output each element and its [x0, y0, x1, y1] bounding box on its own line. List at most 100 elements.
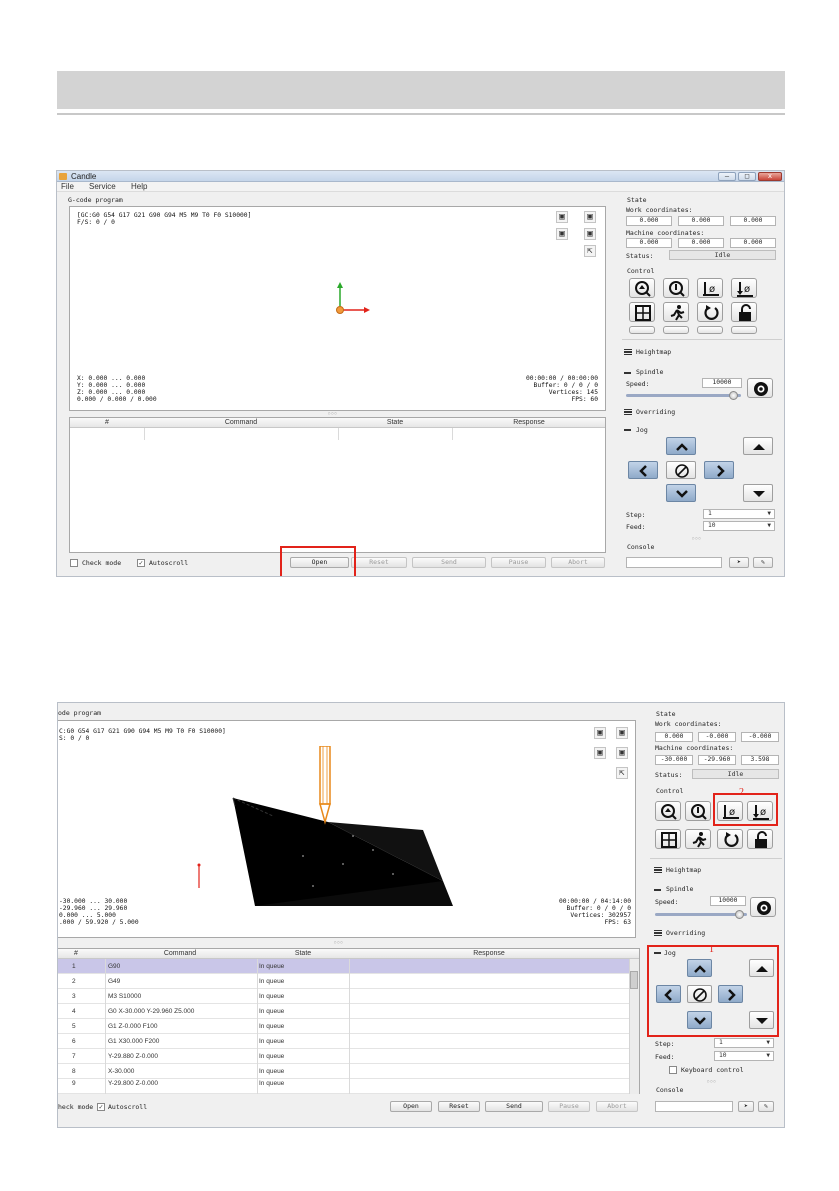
- table-row[interactable]: 5 G1 Z-0.000 F100 In queue: [58, 1019, 629, 1034]
- fit-view-icon[interactable]: ⇱: [584, 245, 596, 257]
- maximize-button[interactable]: □: [738, 172, 756, 181]
- unlock-button[interactable]: [747, 829, 773, 849]
- col-number[interactable]: #: [70, 419, 144, 426]
- jog-z-minus-button[interactable]: [743, 484, 773, 502]
- console-clear-button[interactable]: ✎: [753, 557, 773, 568]
- jog-x-plus-button[interactable]: [704, 461, 734, 479]
- spindle-group-label[interactable]: Spindle: [666, 885, 693, 893]
- spindle-collapse-icon[interactable]: [654, 889, 661, 891]
- table-row[interactable]: 3 M3 S10000 In queue: [58, 989, 629, 1004]
- overriding-group-label[interactable]: Overriding: [666, 929, 705, 937]
- splitter-handle[interactable]: ◦◦◦: [691, 535, 702, 543]
- col-state[interactable]: State: [338, 419, 452, 426]
- scrollbar-thumb[interactable]: [630, 971, 638, 989]
- table-row[interactable]: 7 Y-29.880 Z-0.000 In queue: [58, 1049, 629, 1064]
- spindle-toggle-button[interactable]: [750, 897, 776, 917]
- jog-collapse-icon[interactable]: [654, 952, 661, 954]
- unlock-button[interactable]: [731, 302, 757, 322]
- heightmap-group-label[interactable]: Heightmap: [666, 866, 701, 874]
- col-response[interactable]: Response: [349, 950, 629, 957]
- jog-x-minus-button[interactable]: [628, 461, 658, 479]
- jog-z-minus-button[interactable]: [749, 1011, 774, 1029]
- jog-collapse-icon[interactable]: [624, 429, 631, 431]
- reset-button[interactable]: Reset: [351, 557, 407, 568]
- col-command[interactable]: Command: [144, 419, 338, 426]
- control-row-partial[interactable]: [629, 326, 655, 334]
- view-left-button[interactable]: ▣: [616, 747, 628, 759]
- table-row[interactable]: 1 G90 In queue: [58, 959, 629, 974]
- control-row-partial[interactable]: [697, 326, 723, 334]
- splitter-handle[interactable]: ◦◦◦: [333, 939, 344, 947]
- view-iso-button[interactable]: ▣: [594, 727, 606, 739]
- step-dropdown[interactable]: 1 ▼: [714, 1038, 774, 1048]
- console-input[interactable]: [626, 557, 722, 568]
- view-left-button[interactable]: ▣: [584, 228, 596, 240]
- view-iso-button[interactable]: ▣: [556, 211, 568, 223]
- feed-dropdown[interactable]: 10 ▼: [714, 1051, 774, 1061]
- view-top-button[interactable]: ▣: [584, 211, 596, 223]
- send-button[interactable]: Send: [485, 1101, 543, 1112]
- soft-reset-button[interactable]: [697, 302, 723, 322]
- spindle-group-label[interactable]: Spindle: [636, 368, 663, 376]
- table-row[interactable]: 4 G0 X-30.000 Y-29.960 Z5.000 In queue: [58, 1004, 629, 1019]
- console-send-button[interactable]: ➤: [738, 1101, 754, 1112]
- view-top-button[interactable]: ▣: [616, 727, 628, 739]
- menu-file[interactable]: File: [61, 182, 74, 191]
- menu-help[interactable]: Help: [131, 182, 147, 191]
- autoscroll-checkbox[interactable]: ✓: [97, 1103, 105, 1111]
- feed-dropdown[interactable]: 10 ▼: [703, 521, 775, 531]
- check-mode-checkbox[interactable]: [70, 559, 78, 567]
- splitter-handle[interactable]: ◦◦◦: [706, 1078, 717, 1086]
- speed-slider-knob[interactable]: [729, 391, 738, 400]
- jog-group-label[interactable]: Jog: [636, 426, 648, 434]
- probe-button[interactable]: [663, 278, 689, 298]
- restore-origin-button[interactable]: [629, 302, 655, 322]
- pause-button[interactable]: Pause: [491, 557, 546, 568]
- table-row[interactable]: 2 G49 In queue: [58, 974, 629, 989]
- overriding-group-label[interactable]: Overriding: [636, 408, 675, 416]
- speed-input[interactable]: 10000: [702, 378, 742, 388]
- control-row-partial[interactable]: [731, 326, 757, 334]
- send-button[interactable]: Send: [412, 557, 486, 568]
- jog-stop-button[interactable]: [666, 461, 696, 479]
- jog-y-plus-button[interactable]: [666, 437, 696, 455]
- pause-button[interactable]: Pause: [548, 1101, 590, 1112]
- speed-slider-track[interactable]: [626, 394, 741, 397]
- gcode-table[interactable]: # Command State Response 1 G90 In queue 2G…: [58, 948, 640, 1094]
- abort-button[interactable]: Abort: [596, 1101, 638, 1112]
- soft-reset-button[interactable]: [717, 829, 743, 849]
- spindle-toggle-button[interactable]: [747, 378, 773, 398]
- control-row-partial[interactable]: [663, 326, 689, 334]
- keyboard-control-checkbox[interactable]: [669, 1066, 677, 1074]
- 3d-viewport[interactable]: C:G0 G54 G17 G21 G90 G94 M5 M9 T0 F0 S10…: [58, 720, 636, 938]
- speed-slider-knob[interactable]: [735, 910, 744, 919]
- jog-group-label[interactable]: Jog: [664, 949, 676, 957]
- col-command[interactable]: Command: [105, 950, 255, 957]
- gcode-table[interactable]: # Command State Response: [69, 417, 606, 553]
- zero-z-button[interactable]: ø: [731, 278, 757, 298]
- autoscroll-checkbox[interactable]: ✓: [137, 559, 145, 567]
- 3d-viewport[interactable]: [GC:G0 G54 G17 G21 G90 G94 M5 M9 T0 F0 S…: [69, 206, 606, 411]
- probe-button[interactable]: [685, 801, 711, 821]
- col-number[interactable]: #: [58, 950, 95, 957]
- jog-z-plus-button[interactable]: [749, 959, 774, 977]
- spindle-collapse-icon[interactable]: [624, 372, 631, 374]
- jog-y-minus-button[interactable]: [687, 1011, 712, 1029]
- jog-y-plus-button[interactable]: [687, 959, 712, 977]
- step-dropdown[interactable]: 1 ▼: [703, 509, 775, 519]
- safe-position-button[interactable]: [685, 829, 711, 849]
- jog-y-minus-button[interactable]: [666, 484, 696, 502]
- jog-z-plus-button[interactable]: [743, 437, 773, 455]
- console-clear-button[interactable]: ✎: [758, 1101, 774, 1112]
- home-button[interactable]: [655, 801, 681, 821]
- view-front-button[interactable]: ▣: [556, 228, 568, 240]
- zero-xy-button[interactable]: ø: [697, 278, 723, 298]
- jog-x-plus-button[interactable]: [718, 985, 743, 1003]
- col-state[interactable]: State: [257, 950, 349, 957]
- home-button[interactable]: [629, 278, 655, 298]
- heightmap-group-label[interactable]: Heightmap: [636, 348, 671, 356]
- jog-x-minus-button[interactable]: [656, 985, 681, 1003]
- table-row[interactable]: 6 G1 X30.000 F200 In queue: [58, 1034, 629, 1049]
- open-button[interactable]: Open: [390, 1101, 432, 1112]
- jog-stop-button[interactable]: [687, 985, 712, 1003]
